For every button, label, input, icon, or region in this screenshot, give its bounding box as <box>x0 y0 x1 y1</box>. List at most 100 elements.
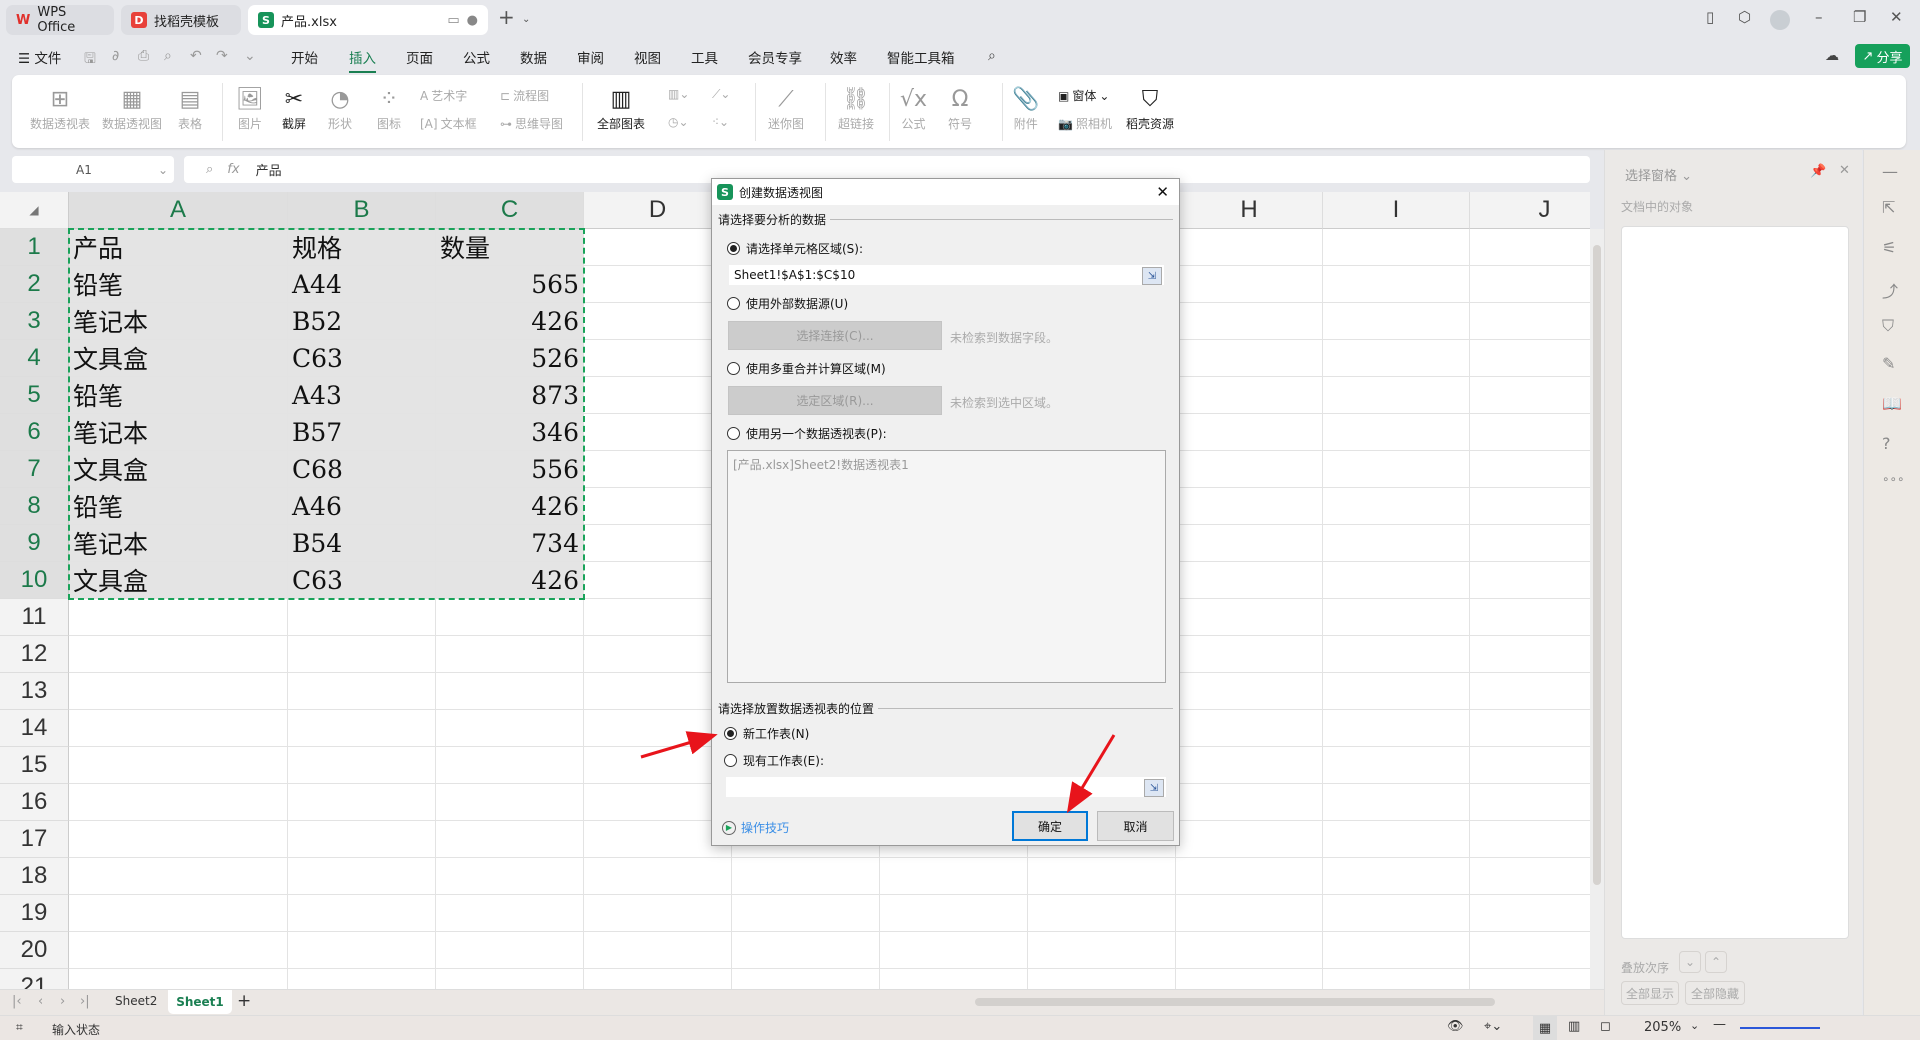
cell-H15[interactable] <box>1176 747 1323 784</box>
row-header-15[interactable]: 15 <box>0 747 69 784</box>
cell-A8[interactable]: 铅笔 <box>69 488 288 525</box>
cell-A5[interactable]: 铅笔 <box>69 377 288 414</box>
cell-E18[interactable] <box>732 858 880 895</box>
cell-I16[interactable] <box>1323 784 1470 821</box>
page-break-view-icon[interactable]: ▥ <box>1568 1019 1580 1034</box>
cell-J9[interactable] <box>1470 525 1590 562</box>
cell-C5[interactable]: 873 <box>436 377 584 414</box>
cell-H1[interactable] <box>1176 229 1323 266</box>
screenshot-button[interactable]: ✂ 截屏 <box>282 85 306 132</box>
cell-B5[interactable]: A43 <box>288 377 436 414</box>
select-range-button[interactable]: 选定区域(R)... <box>728 386 942 415</box>
file-menu[interactable]: ☰ 文件 <box>18 47 61 71</box>
pivot-list-item[interactable]: [产品.xlsx]Sheet2!数据透视表1 <box>733 458 909 472</box>
cell-C8[interactable]: 426 <box>436 488 584 525</box>
line-chart-button[interactable]: ⟋⌄ <box>712 87 730 102</box>
pie-chart-button[interactable]: ◷⌄ <box>668 115 689 129</box>
share-button[interactable]: ↗ 分享 <box>1855 44 1910 68</box>
cell-B13[interactable] <box>288 673 436 710</box>
cell-I11[interactable] <box>1323 599 1470 636</box>
row-header-10[interactable]: 10 <box>0 562 69 599</box>
row-header-2[interactable]: 2 <box>0 266 69 303</box>
vertical-scrollbar[interactable] <box>1590 229 1604 989</box>
more-icon[interactable]: ∘∘∘ <box>1882 472 1905 486</box>
cell-D7[interactable] <box>584 451 732 488</box>
wordart-button[interactable]: A 艺术字 <box>420 87 467 104</box>
cell-D5[interactable] <box>584 377 732 414</box>
radio-external-source[interactable]: 使用外部数据源(U) <box>727 295 848 312</box>
row-header-5[interactable]: 5 <box>0 377 69 414</box>
cell-H3[interactable] <box>1176 303 1323 340</box>
cell-J20[interactable] <box>1470 932 1590 969</box>
column-header-I[interactable]: I <box>1323 192 1470 229</box>
existing-location-input[interactable]: ⇲ <box>725 776 1167 798</box>
cell-B18[interactable] <box>288 858 436 895</box>
cell-H7[interactable] <box>1176 451 1323 488</box>
close-icon[interactable]: ✕ <box>1890 8 1903 26</box>
cell-H9[interactable] <box>1176 525 1323 562</box>
choose-connection-button[interactable]: 选择连接(C)... <box>728 321 942 350</box>
pivot-table-button[interactable]: ⊞ 数据透视表 <box>30 85 90 132</box>
menu-review[interactable]: 审阅 <box>577 47 604 71</box>
column-header-D[interactable]: D <box>584 192 732 229</box>
radio-other-pivot[interactable]: 使用另一个数据透视表(P): <box>727 425 887 442</box>
cell-F20[interactable] <box>880 932 1028 969</box>
cell-H16[interactable] <box>1176 784 1323 821</box>
column-chart-button[interactable]: ▥⌄ <box>668 87 689 101</box>
menu-ai-toolbox[interactable]: 智能工具箱 <box>887 47 955 71</box>
zoom-dropdown-icon[interactable]: ⌄ <box>1690 1019 1699 1032</box>
cell-B8[interactable]: A46 <box>288 488 436 525</box>
cell-J16[interactable] <box>1470 784 1590 821</box>
cell-A12[interactable] <box>69 636 288 673</box>
row-header-13[interactable]: 13 <box>0 673 69 710</box>
cell-H18[interactable] <box>1176 858 1323 895</box>
cell-A20[interactable] <box>69 932 288 969</box>
focus-icon[interactable]: ⌖⌄ <box>1484 1019 1502 1034</box>
cell-I9[interactable] <box>1323 525 1470 562</box>
search-icon[interactable]: ⌕ <box>988 48 996 64</box>
radio-multiple-ranges[interactable]: 使用多重合并计算区域(M) <box>727 360 886 377</box>
cell-H19[interactable] <box>1176 895 1323 932</box>
select-all-corner[interactable]: ◢ <box>0 192 69 229</box>
cell-B2[interactable]: A44 <box>288 266 436 303</box>
cell-A18[interactable] <box>69 858 288 895</box>
cell-H20[interactable] <box>1176 932 1323 969</box>
move-up-button[interactable]: ⌃ <box>1705 951 1727 973</box>
cell-C18[interactable] <box>436 858 584 895</box>
cell-A21[interactable] <box>69 969 288 989</box>
cell-C2[interactable]: 565 <box>436 266 584 303</box>
cell-B10[interactable]: C63 <box>288 562 436 599</box>
cell-D8[interactable] <box>584 488 732 525</box>
prev-sheet-icon[interactable]: ‹ <box>38 994 43 1009</box>
cancel-button[interactable]: 取消 <box>1097 811 1174 841</box>
cell-B20[interactable] <box>288 932 436 969</box>
row-header-17[interactable]: 17 <box>0 821 69 858</box>
cell-J18[interactable] <box>1470 858 1590 895</box>
cell-F19[interactable] <box>880 895 1028 932</box>
picture-button[interactable]: 🖼 图片 <box>236 85 264 132</box>
cell-H2[interactable] <box>1176 266 1323 303</box>
page-layout-view-icon[interactable]: ◻ <box>1600 1019 1611 1034</box>
cell-C15[interactable] <box>436 747 584 784</box>
restore-icon[interactable]: ❐ <box>1853 8 1866 26</box>
monitor-icon[interactable]: ▭ <box>447 13 459 28</box>
cell-A7[interactable]: 文具盒 <box>69 451 288 488</box>
sheet-tab-sheet2[interactable]: Sheet2 <box>115 994 157 1008</box>
cell-C20[interactable] <box>436 932 584 969</box>
cell-C6[interactable]: 346 <box>436 414 584 451</box>
cell-H13[interactable] <box>1176 673 1323 710</box>
form-button[interactable]: ▣ 窗体 ⌄ <box>1058 87 1109 104</box>
cell-D4[interactable] <box>584 340 732 377</box>
cell-E21[interactable] <box>732 969 880 989</box>
pivot-chart-button[interactable]: ▦ 数据透视图 <box>102 85 162 132</box>
menu-tools[interactable]: 工具 <box>691 47 718 71</box>
tab-docer-templates[interactable]: D 找稻壳模板 <box>121 5 241 35</box>
sliders-icon[interactable]: ⚟ <box>1882 238 1896 257</box>
cell-A3[interactable]: 笔记本 <box>69 303 288 340</box>
sheet-tab-sheet1[interactable]: Sheet1 <box>168 990 232 1014</box>
row-header-16[interactable]: 16 <box>0 784 69 821</box>
tab-wps-office[interactable]: W WPS Office <box>6 5 114 35</box>
zoom-level[interactable]: 205% <box>1644 1020 1681 1035</box>
cell-C19[interactable] <box>436 895 584 932</box>
scatter-chart-button[interactable]: ⁖⌄ <box>712 115 729 129</box>
